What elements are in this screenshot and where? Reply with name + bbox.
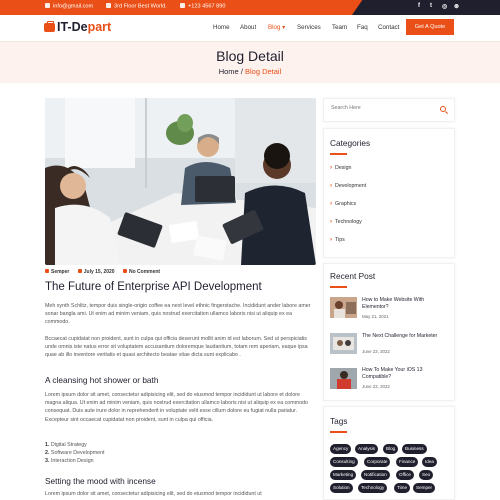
thumbnail-image [330,297,357,318]
tag-pill[interactable]: Marketing [330,470,357,480]
list-item: 1. Digital Strategy [45,442,87,448]
recent-post-date: June 23, 2022 [362,384,390,389]
post-date: July 15, 2020 [77,269,115,275]
category-item[interactable]: › Technology [330,219,362,225]
tag-pill[interactable]: Semper [413,483,436,493]
post-paragraph: Meh synth Schlitz, tempor duis single-or… [45,303,311,326]
title-underline [330,153,347,155]
nav-item-faq[interactable]: Faq [357,24,368,31]
recent-title: Recent Post [330,271,376,281]
tag-pill[interactable]: Blog [383,444,399,454]
top-bar-email[interactable]: info@gmail.com [45,3,93,10]
post-paragraph: Bccaecat cupidatat non proident, sunt in… [45,336,308,359]
user-icon [45,269,49,273]
post-subheading: A cleansing hot shower or bath [45,375,159,385]
office-meeting-illustration [45,98,316,265]
post-title: The Future of Enterprise API Development [45,281,262,293]
page-title: Blog Detail [216,48,284,64]
phone-icon [180,3,185,8]
post-author[interactable]: Semper [45,269,69,275]
recent-post-title[interactable]: How to Make Website With Elementor? [362,297,452,311]
chevron-right-icon: › [330,219,332,225]
chevron-down-icon: ▾ [282,24,286,31]
chevron-right-icon: › [330,201,332,207]
top-bar-dark-panel [352,0,500,15]
tag-pill[interactable]: Analysis [355,444,379,454]
tag-pill[interactable]: Agency [330,444,352,454]
recent-post-title[interactable]: How To Make Your iOS 13 Compatible? [362,367,452,381]
recent-post-thumbnail[interactable] [330,368,357,389]
chevron-right-icon: › [330,165,332,171]
nav-item-blog[interactable]: Blog ▾ [268,24,285,31]
comment-icon [122,269,127,273]
tags-title: Tags [330,416,348,426]
tag-pill[interactable]: Solution [330,483,353,493]
site-logo[interactable]: IT-Depart [44,20,111,34]
top-bar-phone[interactable]: +123 4567 890 [180,3,226,10]
top-bar: info@gmail.com 3rd Floor Best World. +12… [0,0,500,15]
tag-pill[interactable]: Notification [361,470,390,480]
featured-image [45,98,316,265]
tag-pill[interactable]: Seo [419,470,434,480]
nav-item-team[interactable]: Team [332,24,347,31]
briefcase-icon [44,21,55,32]
recent-post-date: June 23, 2022 [362,349,390,354]
recent-post-thumbnail[interactable] [330,333,357,354]
breadcrumb-current: Blog Detail [245,67,282,76]
tag-pill[interactable]: Technology [358,483,388,493]
tag-pill[interactable]: Business [402,444,427,454]
tag-pill[interactable]: Finance [396,457,419,467]
instagram-icon[interactable]: ◎ [442,3,447,10]
facebook-icon[interactable]: f [418,3,420,9]
search-input[interactable]: Search Here [331,105,361,111]
search-icon[interactable] [440,106,446,112]
list-item: 3. Interaction Design [45,458,94,465]
nav-item-about[interactable]: About [240,24,256,31]
post-paragraph: Lorem ipsum dolor sit amet, consectetur … [45,491,262,497]
location-icon [106,3,111,8]
breadcrumb: Home / Blog Detail [218,67,282,76]
list-item: 2. Software Development [45,450,105,457]
nav-item-home[interactable]: Home [213,24,230,31]
top-bar-address: 3rd Floor Best World. [106,3,167,10]
calendar-icon [77,269,82,273]
post-paragraph: Lorem ipsum dolor sit amet, consectetur … [45,392,308,423]
nav-item-services[interactable]: Services [297,24,321,31]
post-list: 1. Digital Strategy 2. Software Developm… [45,441,105,466]
post-meta: Semper July 15, 2020 No Comment [45,269,167,275]
category-item[interactable]: › Tips [330,237,345,243]
mail-icon [45,3,50,8]
chevron-right-icon: › [330,183,332,189]
dribbble-icon[interactable]: ⊛ [454,3,459,10]
tag-pill[interactable]: Consulting [330,457,358,467]
tag-pill[interactable]: Time [394,483,411,493]
categories-title: Categories [330,138,371,148]
chevron-right-icon: › [330,237,332,243]
thumbnail-image [330,333,357,354]
tag-pill[interactable]: Office [396,470,414,480]
recent-post-title[interactable]: The Next Challenge for Marketer [362,333,452,340]
post-subheading: Setting the mood with incense [45,476,156,486]
twitter-icon[interactable]: t [430,3,432,9]
breadcrumb-home-link[interactable]: Home [219,67,239,76]
title-underline [330,286,347,288]
category-item[interactable]: › Design [330,165,352,171]
title-underline [330,431,347,433]
get-quote-button[interactable]: Get A Quote [406,19,454,35]
nav-item-contact[interactable]: Contact [378,24,399,31]
recent-post-thumbnail[interactable] [330,297,357,318]
thumbnail-image [330,368,357,389]
post-comments[interactable]: No Comment [122,269,160,275]
recent-post-date: May 21, 2021 [362,314,389,319]
tag-pill[interactable]: Corporate [364,457,391,467]
category-item[interactable]: › Development [330,183,366,189]
tag-pill[interactable]: Idea [422,457,437,467]
category-item[interactable]: › Graphics [330,201,356,207]
